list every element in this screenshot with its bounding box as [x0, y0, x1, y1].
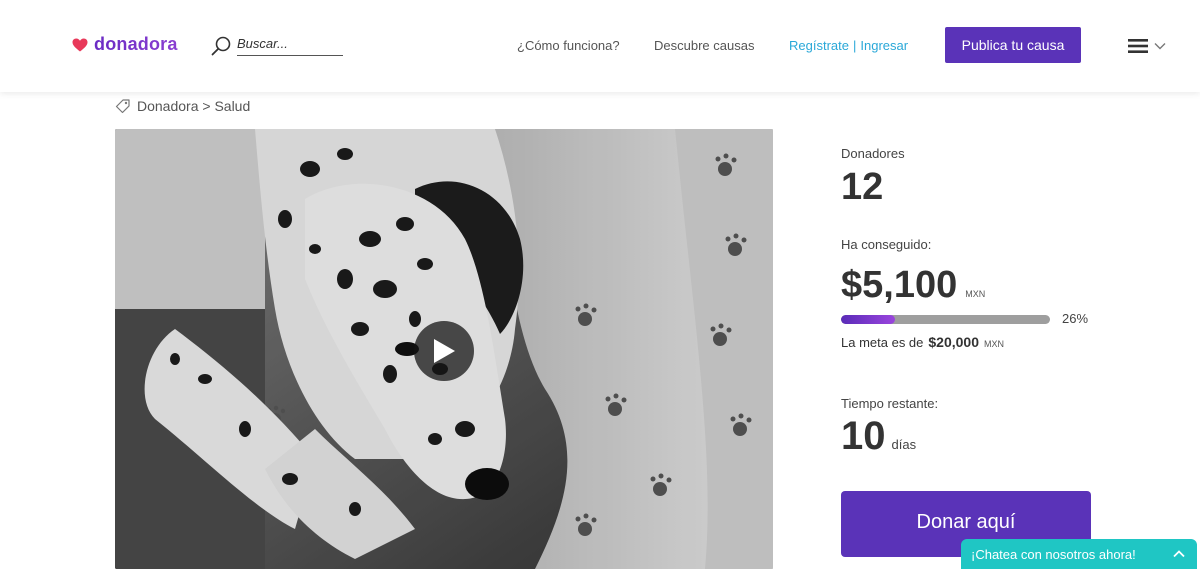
search-icon[interactable] — [211, 36, 231, 56]
goal-currency: MXN — [984, 339, 1004, 349]
logo[interactable]: donadora — [72, 34, 178, 55]
time-remaining-label: Tiempo restante: — [841, 396, 939, 411]
raised-amount: $5,100 — [841, 264, 958, 306]
time-remaining-unit: días — [891, 437, 917, 452]
donate-button-label: Donar aquí — [916, 510, 1016, 533]
progress-fill — [841, 315, 896, 324]
goal-label: La meta es de — [841, 335, 924, 350]
publish-cause-button[interactable]: Publica tu causa — [945, 27, 1081, 63]
progress-percent: 26% — [1062, 311, 1089, 326]
raised-label: Ha conseguido: — [841, 237, 932, 252]
chat-label: ¡Chatea con nosotros ahora! — [971, 546, 1136, 562]
chevron-down-icon — [1154, 43, 1166, 50]
site-header: donadora ¿Cómo funciona? Descubre causas… — [0, 0, 1200, 92]
goal-amount: $20,000 — [928, 334, 979, 350]
auth-separator: | — [852, 38, 857, 53]
nav-auth-links: Regístrate | Ingresar — [789, 38, 908, 53]
nav-discover-causes[interactable]: Descubre causas — [654, 38, 754, 53]
tag-icon — [115, 99, 130, 114]
donors-count: 12 — [841, 166, 884, 208]
main-menu-toggle[interactable] — [1128, 38, 1166, 54]
raised-currency: MXN — [965, 289, 986, 299]
chat-widget[interactable]: ¡Chatea con nosotros ahora! — [961, 539, 1197, 569]
search-box — [211, 34, 343, 56]
play-button[interactable] — [414, 321, 474, 381]
heart-icon — [72, 38, 88, 51]
time-remaining-row: 10 días — [841, 414, 916, 459]
brand-name: donadora — [94, 34, 178, 54]
goal-row: La meta es de $20,000 MXN — [841, 334, 1004, 350]
progress-bar — [841, 315, 1050, 324]
login-link[interactable]: Ingresar — [860, 38, 908, 53]
play-icon — [434, 339, 455, 363]
search-input[interactable] — [237, 34, 343, 56]
time-remaining-value: 10 — [841, 414, 886, 458]
donors-label: Donadores — [841, 146, 905, 161]
breadcrumb: Donadora > Salud — [115, 98, 250, 114]
cause-video[interactable] — [115, 129, 773, 569]
chevron-up-icon — [1173, 550, 1185, 558]
raised-amount-row: $5,100 MXN — [841, 264, 985, 307]
register-link[interactable]: Regístrate — [789, 38, 849, 53]
breadcrumb-path[interactable]: Donadora > Salud — [137, 98, 250, 114]
nav-how-it-works[interactable]: ¿Cómo funciona? — [517, 38, 620, 53]
hamburger-menu-icon — [1128, 39, 1148, 53]
